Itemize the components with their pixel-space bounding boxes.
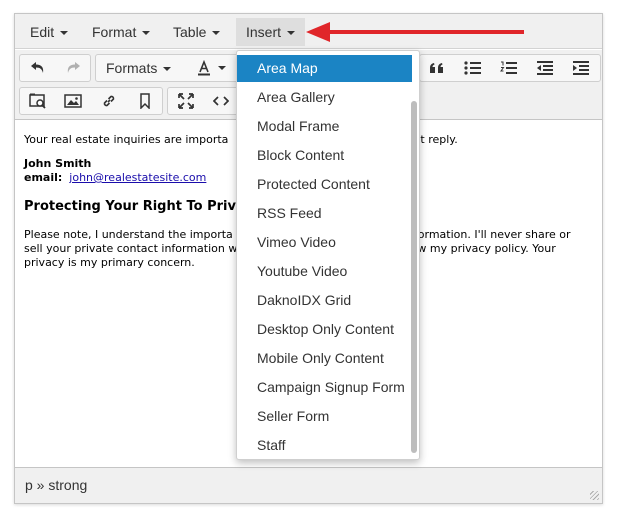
resize-handle[interactable] xyxy=(590,491,599,500)
chevron-down-icon xyxy=(60,31,69,36)
font-color-button[interactable] xyxy=(186,55,236,81)
menu-scrollbar[interactable] xyxy=(411,101,417,453)
insert-item-campaign-signup-form[interactable]: Campaign Signup Form xyxy=(237,374,412,401)
menu-format-label: Format xyxy=(92,24,137,40)
insert-item-rss-feed[interactable]: RSS Feed xyxy=(237,200,412,227)
chevron-down-icon xyxy=(287,31,296,36)
insert-menu: Area Map Area Gallery Modal Frame Block … xyxy=(236,50,420,460)
bookmark-button[interactable] xyxy=(128,88,162,114)
intro-text-left: Your real estate inquiries are importa xyxy=(24,133,229,146)
intro-text-right: pt reply. xyxy=(413,133,458,146)
formats-dropdown[interactable]: Formats xyxy=(98,55,179,81)
indent-button[interactable] xyxy=(564,55,598,81)
insert-item-block-content[interactable]: Block Content xyxy=(237,142,412,169)
bookmark-icon xyxy=(140,93,150,109)
numbered-list-icon xyxy=(500,61,517,74)
font-color-icon xyxy=(198,60,210,76)
privacy-line-1-right: ormation. I'll never share or xyxy=(417,228,571,241)
insert-item-area-map[interactable]: Area Map xyxy=(237,55,412,82)
insert-item-staff[interactable]: Staff xyxy=(237,432,412,459)
email-link[interactable]: john@realestatesite.com xyxy=(69,171,206,184)
insert-item-modal-frame[interactable]: Modal Frame xyxy=(237,113,412,140)
fullscreen-icon xyxy=(178,93,194,109)
statusbar: p » strong xyxy=(15,467,602,503)
formats-label: Formats xyxy=(106,60,158,76)
image-icon xyxy=(64,94,82,108)
code-icon xyxy=(213,96,229,106)
insert-item-youtube-video[interactable]: Youtube Video xyxy=(237,258,412,285)
chevron-down-icon xyxy=(142,31,151,36)
insert-item-seller-form[interactable]: Seller Form xyxy=(237,403,412,430)
insert-group xyxy=(19,87,163,115)
image-gallery-icon xyxy=(29,93,46,109)
redo-button[interactable] xyxy=(56,55,90,81)
chevron-down-icon xyxy=(212,31,221,36)
blockquote-icon xyxy=(430,63,443,73)
menu-insert-label: Insert xyxy=(246,24,282,40)
view-group xyxy=(167,87,247,115)
menu-table[interactable]: Table xyxy=(163,18,230,46)
block-group xyxy=(419,54,601,82)
chevron-down-icon xyxy=(163,67,172,72)
undo-icon xyxy=(31,62,44,73)
annotation-arrow xyxy=(306,22,524,42)
menu-edit[interactable]: Edit xyxy=(20,18,78,46)
menu-edit-label: Edit xyxy=(30,24,55,40)
numbered-list-button[interactable] xyxy=(492,55,526,81)
blockquote-button[interactable] xyxy=(420,55,454,81)
history-group xyxy=(19,54,91,82)
fullscreen-button[interactable] xyxy=(169,88,203,114)
menu-insert[interactable]: Insert xyxy=(236,18,306,46)
email-label: email: xyxy=(24,171,63,184)
undo-button[interactable] xyxy=(21,55,55,81)
format-group: Formats xyxy=(95,54,245,82)
image-button[interactable] xyxy=(56,88,90,114)
outdent-icon xyxy=(537,61,553,75)
redo-icon xyxy=(67,62,80,73)
insert-item-mobile-only-content[interactable]: Mobile Only Content xyxy=(237,345,412,372)
privacy-line-2-left: sell your private contact information w xyxy=(24,242,238,255)
link-button[interactable] xyxy=(92,88,126,114)
insert-item-protected-content[interactable]: Protected Content xyxy=(237,171,412,198)
indent-icon xyxy=(573,61,589,75)
insert-item-desktop-only-content[interactable]: Desktop Only Content xyxy=(237,316,412,343)
privacy-line-3: privacy is my primary concern. xyxy=(24,256,195,269)
image-gallery-button[interactable] xyxy=(21,88,55,114)
contact-name: John Smith xyxy=(24,157,92,170)
link-icon xyxy=(103,95,115,107)
code-button[interactable] xyxy=(204,88,238,114)
privacy-line-2-right: w my privacy policy. Your xyxy=(417,242,556,255)
bullet-list-button[interactable] xyxy=(456,55,490,81)
menu-format[interactable]: Format xyxy=(82,18,160,46)
bullet-list-icon xyxy=(464,61,481,75)
privacy-line-1-left: Please note, I understand the importa xyxy=(24,228,233,241)
menu-table-label: Table xyxy=(173,24,207,40)
outdent-button[interactable] xyxy=(528,55,562,81)
chevron-down-icon xyxy=(218,66,226,70)
insert-item-vimeo-video[interactable]: Vimeo Video xyxy=(237,229,412,256)
insert-item-area-gallery[interactable]: Area Gallery xyxy=(237,84,412,111)
element-path: p » strong xyxy=(25,477,88,493)
insert-item-daknoidx-grid[interactable]: DaknoIDX Grid xyxy=(237,287,412,314)
